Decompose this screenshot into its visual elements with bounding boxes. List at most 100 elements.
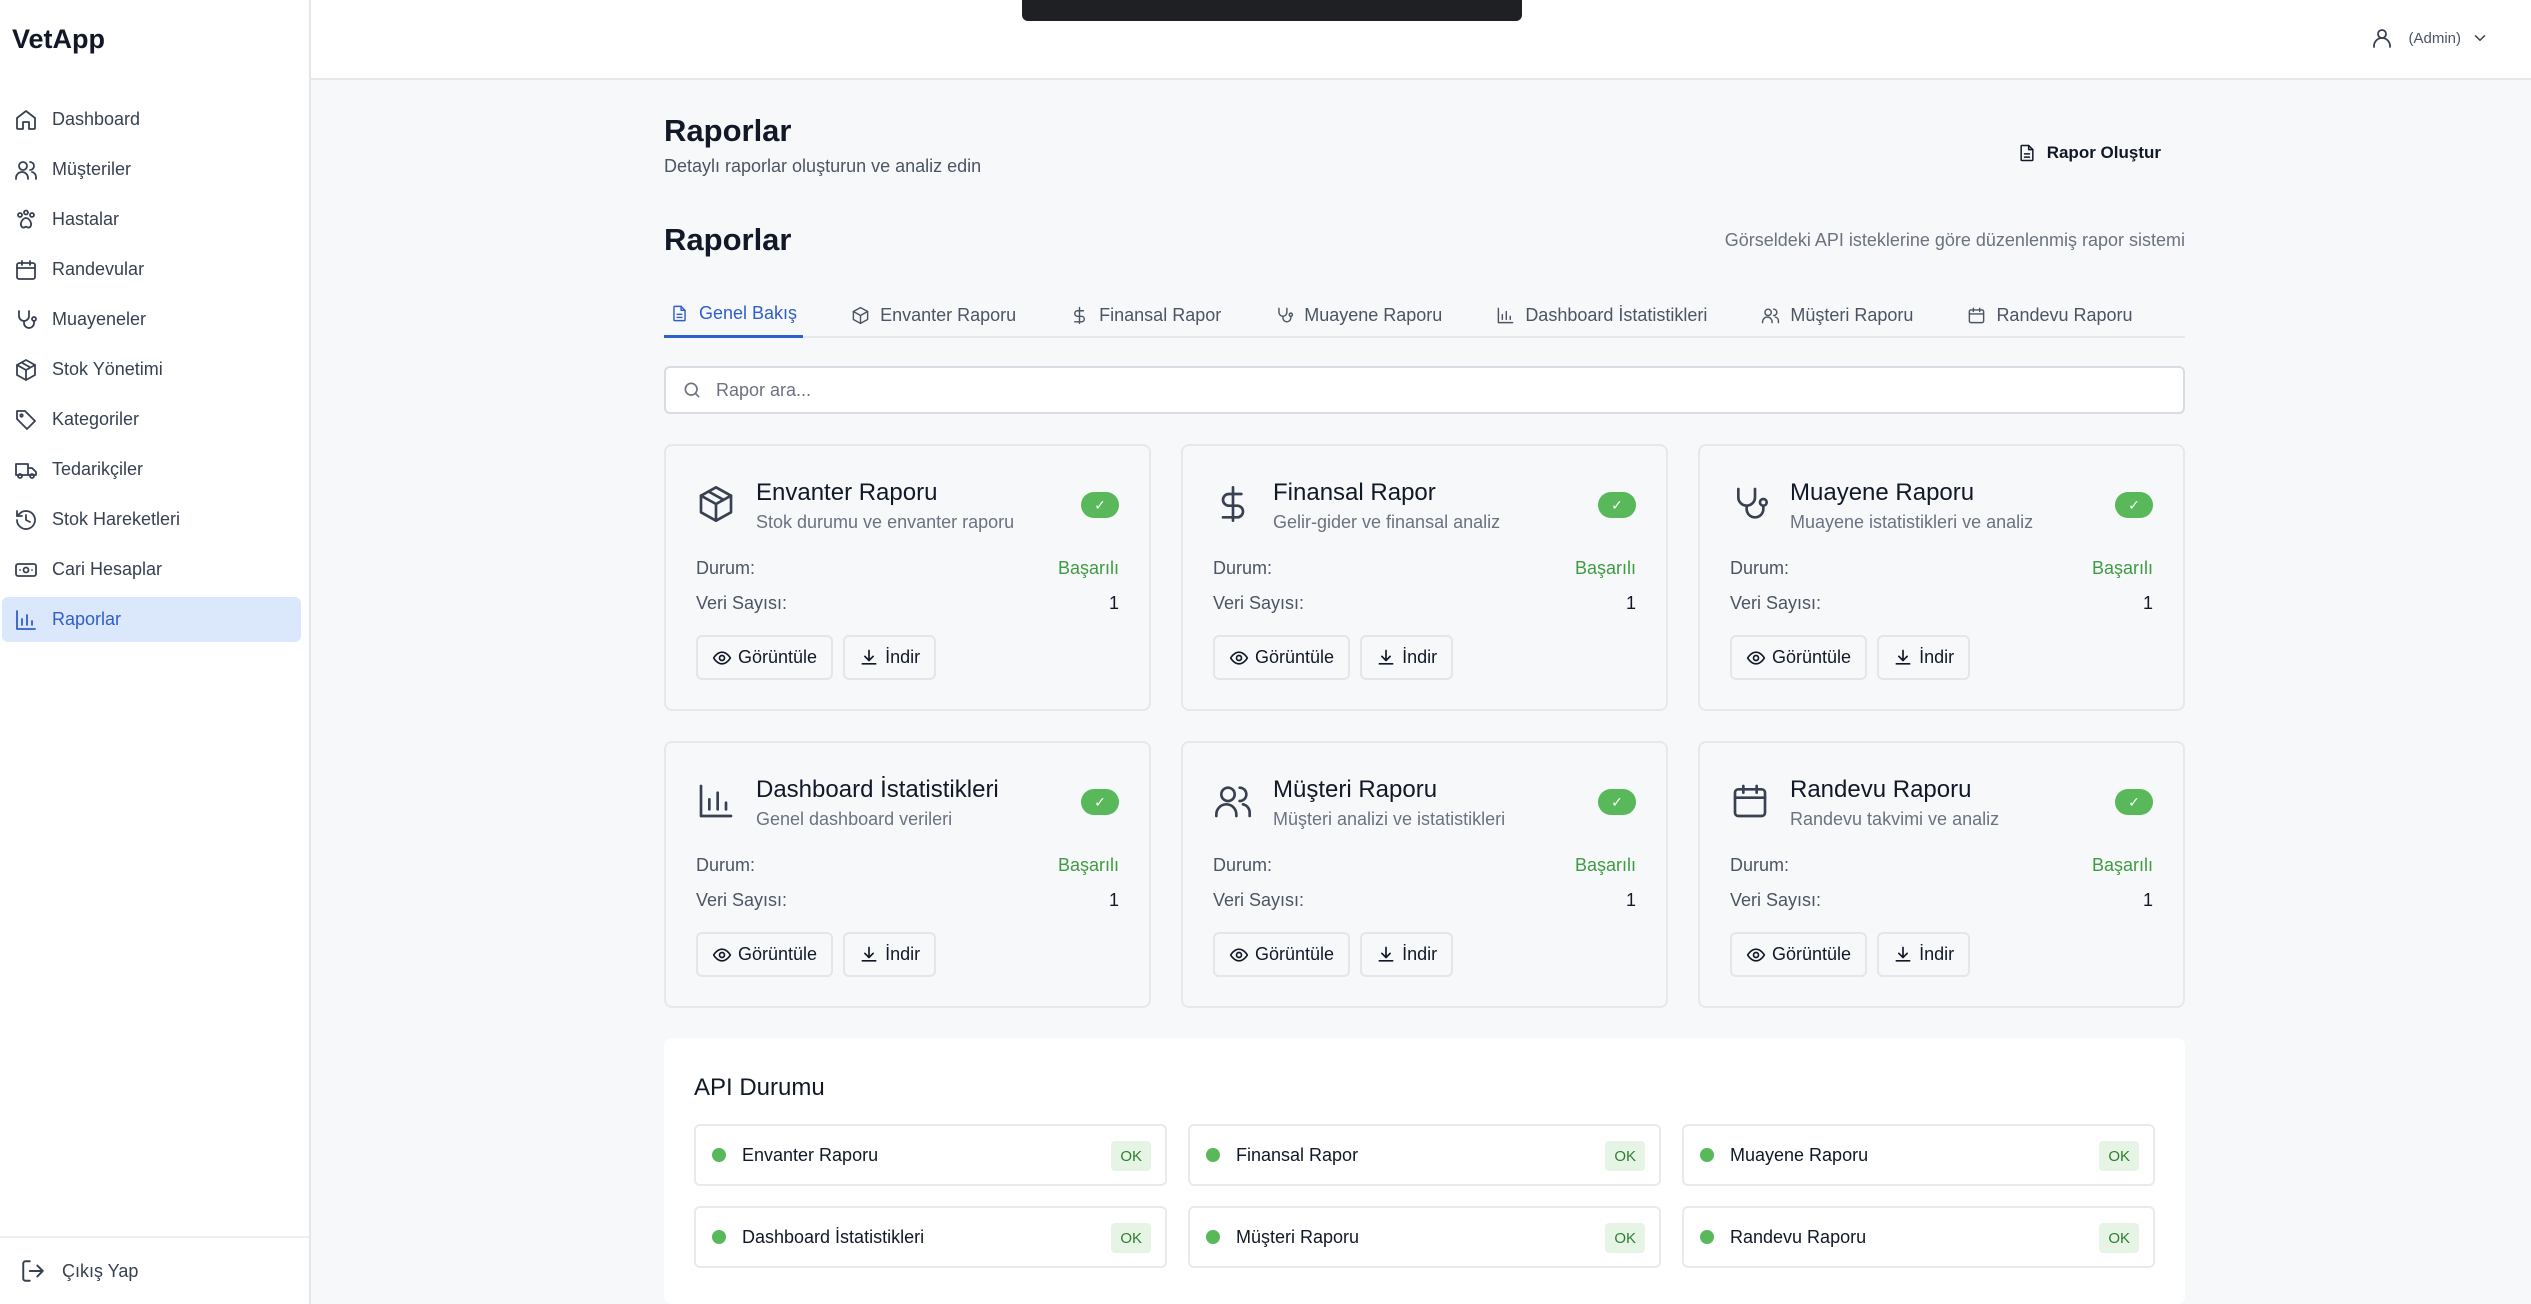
- file-icon: [2020, 144, 2034, 162]
- status-label: Durum:: [1213, 855, 1273, 875]
- card-description: Müşteri analizi ve istatistikleri: [1273, 809, 1506, 829]
- view-button[interactable]: Görüntüle: [1213, 635, 1351, 680]
- download-label: İndir: [1919, 944, 1955, 964]
- dollar-icon: [1221, 486, 1245, 522]
- eye-icon: [1229, 650, 1249, 665]
- download-icon: [1895, 946, 1911, 962]
- view-button[interactable]: Görüntüle: [1730, 932, 1868, 977]
- status-badge: ✓: [1081, 789, 1119, 815]
- download-button[interactable]: İndir: [1877, 635, 1971, 680]
- calendar-icon: [16, 259, 36, 280]
- download-button[interactable]: İndir: [1360, 635, 1454, 680]
- download-icon: [861, 649, 877, 665]
- tab-dashboard-istatistikleri[interactable]: Dashboard İstatistikleri: [1490, 292, 1713, 338]
- tab-randevu-raporu[interactable]: Randevu Raporu: [1961, 292, 2138, 338]
- status-value: Başarılı: [1057, 855, 1119, 875]
- users-icon: [1215, 786, 1251, 818]
- create-report-button[interactable]: Rapor Oluştur: [2001, 130, 2177, 176]
- card-actions: Görüntüle İndir: [1213, 635, 1463, 680]
- card-title: Randevu Raporu: [1790, 776, 1972, 803]
- count-row: Veri Sayısı: 1: [1213, 593, 1636, 614]
- count-label: Veri Sayısı:: [696, 890, 788, 910]
- card-title: Envanter Raporu: [756, 479, 938, 506]
- sidebar-item-stok-hareketleri[interactable]: Stok Hareketleri: [2, 497, 301, 542]
- status-label: Durum:: [1213, 558, 1273, 578]
- api-name: Finansal Rapor: [1236, 1144, 1359, 1165]
- sidebar-item-raporlar[interactable]: Raporlar: [2, 597, 301, 642]
- count-value: 1: [2142, 593, 2153, 613]
- sidebar-item-label: Muayeneler: [52, 309, 147, 329]
- sidebar-item-cari-hesaplar[interactable]: Cari Hesaplar: [2, 547, 301, 592]
- download-button[interactable]: İndir: [1877, 932, 1971, 977]
- download-button[interactable]: İndir: [1360, 932, 1454, 977]
- user-icon: [2373, 29, 2392, 48]
- sidebar-item-hastalar[interactable]: Hastalar: [2, 197, 301, 242]
- section-note: Görseldeki API isteklerine göre düzenlen…: [1724, 230, 2185, 250]
- download-icon: [1378, 946, 1394, 962]
- download-button[interactable]: İndir: [843, 932, 937, 977]
- app-logo[interactable]: VetApp: [12, 24, 105, 55]
- download-button[interactable]: İndir: [843, 635, 937, 680]
- box-icon: [16, 358, 36, 381]
- page-subtitle: Detaylı raporlar oluşturun ve analiz edi…: [664, 156, 982, 176]
- logout-button[interactable]: Çıkış Yap: [20, 1258, 138, 1284]
- view-label: Görüntüle: [1255, 647, 1335, 667]
- count-label: Veri Sayısı:: [1213, 593, 1305, 613]
- tab-envanter-raporu[interactable]: Envanter Raporu: [845, 292, 1022, 338]
- bar-chart-icon: [1497, 307, 1514, 323]
- section-title: Raporlar: [664, 222, 792, 257]
- report-card-envanter: Envanter Raporu Stok durumu ve envanter …: [664, 444, 1151, 711]
- search-input[interactable]: [716, 379, 2116, 401]
- sidebar: VetApp Dashboard Müşteriler Hastalar Ran…: [0, 0, 311, 1304]
- sidebar-item-randevular[interactable]: Randevular: [2, 247, 301, 292]
- api-status-badge: OK: [2099, 1141, 2139, 1171]
- sidebar-item-stok-yonetimi[interactable]: Stok Yönetimi: [2, 347, 301, 392]
- tab-label: Dashboard İstatistikleri: [1525, 304, 1708, 325]
- api-name: Randevu Raporu: [1730, 1226, 1867, 1247]
- report-card-musteri: Müşteri Raporu Müşteri analizi ve istati…: [1181, 741, 1668, 1008]
- sidebar-item-musteriler[interactable]: Müşteriler: [2, 147, 301, 192]
- view-button[interactable]: Görüntüle: [1730, 635, 1868, 680]
- count-row: Veri Sayısı: 1: [1213, 890, 1636, 911]
- sidebar-item-muayeneler[interactable]: Muayeneler: [2, 297, 301, 342]
- tab-finansal-rapor[interactable]: Finansal Rapor: [1064, 292, 1227, 338]
- file-icon: [673, 305, 686, 322]
- download-label: İndir: [885, 944, 921, 964]
- api-status-item: Dashboard İstatistikleri OK: [694, 1206, 1167, 1268]
- top-bar: (Admin): [311, 0, 2531, 80]
- view-button[interactable]: Görüntüle: [1213, 932, 1351, 977]
- sidebar-item-label: Hastalar: [52, 209, 120, 229]
- tab-musteri-raporu[interactable]: Müşteri Raporu: [1755, 292, 1919, 338]
- sidebar-item-label: Stok Hareketleri: [52, 509, 181, 529]
- count-row: Veri Sayısı: 1: [1730, 890, 2153, 911]
- sidebar-item-dashboard[interactable]: Dashboard: [2, 97, 301, 142]
- banknote-icon: [15, 562, 37, 577]
- card-title: Dashboard İstatistikleri: [756, 776, 999, 803]
- sidebar-item-label: Müşteriler: [52, 159, 132, 179]
- users-icon: [1762, 307, 1780, 323]
- tab-genel-bakis[interactable]: Genel Bakış: [664, 292, 804, 338]
- report-card-muayene: Muayene Raporu Muayene istatistikleri ve…: [1698, 444, 2185, 711]
- status-label: Durum:: [696, 855, 756, 875]
- status-value: Başarılı: [1057, 558, 1119, 578]
- api-status-title: API Durumu: [694, 1074, 825, 1101]
- tag-icon: [16, 409, 36, 430]
- sidebar-item-kategoriler[interactable]: Kategoriler: [2, 397, 301, 442]
- eye-icon: [712, 650, 732, 665]
- sidebar-item-tedarikciler[interactable]: Tedarikçiler: [2, 447, 301, 492]
- stethoscope-icon: [1737, 487, 1768, 519]
- user-menu[interactable]: (Admin): [2370, 26, 2489, 50]
- status-dot: [1206, 1148, 1220, 1162]
- stethoscope-icon: [1278, 307, 1294, 323]
- status-dot: [1700, 1148, 1714, 1162]
- sidebar-item-label: Raporlar: [52, 609, 122, 629]
- view-button[interactable]: Görüntüle: [696, 932, 834, 977]
- tab-muayene-raporu[interactable]: Muayene Raporu: [1269, 292, 1448, 338]
- status-value: Başarılı: [1574, 855, 1636, 875]
- status-badge: ✓: [1598, 789, 1636, 815]
- sidebar-item-label: Randevular: [52, 259, 145, 279]
- count-row: Veri Sayısı: 1: [1730, 593, 2153, 614]
- status-dot: [1700, 1230, 1714, 1244]
- card-title: Müşteri Raporu: [1273, 776, 1438, 803]
- view-button[interactable]: Görüntüle: [696, 635, 834, 680]
